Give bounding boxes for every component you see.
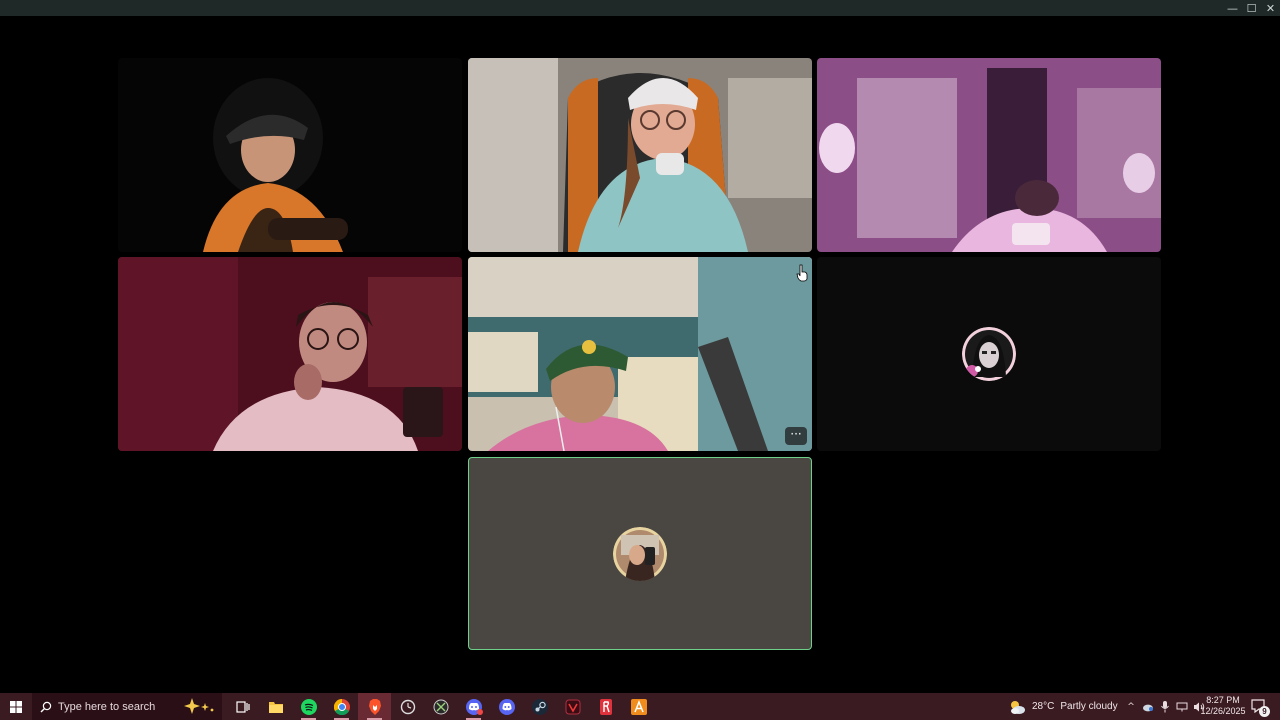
participant-video-tile[interactable] <box>118 257 462 451</box>
red-app-icon <box>599 698 612 715</box>
taskbar-app-vivaldi[interactable] <box>556 693 589 720</box>
system-clock[interactable]: 8:27 PM 12/26/2025 <box>1200 695 1246 717</box>
participant-video-tile[interactable] <box>817 58 1161 252</box>
taskbar-app-discord-canary[interactable] <box>457 693 490 720</box>
vivaldi-icon <box>565 699 580 714</box>
sparkle-icon <box>184 698 214 714</box>
avatar-image <box>613 527 667 581</box>
taskbar-app-steam[interactable] <box>523 693 556 720</box>
participant-video-tile[interactable] <box>468 58 812 252</box>
notification-count-badge: 9 <box>1259 706 1270 717</box>
participant-avatar <box>613 527 667 581</box>
windows-taskbar: Type here to search 28°C Partly cloudy ^… <box>0 693 1280 720</box>
folder-icon <box>268 701 283 713</box>
taskbar-app-chrome[interactable] <box>325 693 358 720</box>
participant-avatar-tile[interactable] <box>468 457 812 650</box>
start-button[interactable] <box>0 693 32 720</box>
a-app-icon <box>630 698 647 715</box>
microphone-icon[interactable] <box>1158 700 1172 714</box>
participant-video <box>118 257 462 451</box>
taskbar-app-file-explorer[interactable] <box>259 693 292 720</box>
close-button[interactable]: ✕ <box>1261 0 1280 16</box>
call-stage: ··· <box>0 16 1280 693</box>
taskbar-app-clock[interactable] <box>391 693 424 720</box>
task-view-icon <box>235 700 250 713</box>
taskbar-app-discord[interactable] <box>490 693 523 720</box>
hand-cursor-icon <box>796 264 808 282</box>
network-cloud-icon[interactable] <box>1141 700 1155 714</box>
taskbar-app-xbox[interactable] <box>424 693 457 720</box>
weather-temperature: 28°C <box>1032 701 1055 712</box>
window-titlebar: — ☐ ✕ <box>0 0 1280 16</box>
more-options-button[interactable]: ··· <box>785 427 807 445</box>
clock-time: 8:27 PM <box>1206 695 1240 705</box>
spotify-icon <box>300 698 317 715</box>
brave-icon <box>368 698 381 715</box>
participant-video-tile[interactable]: ··· <box>468 257 812 451</box>
discord-canary-icon <box>465 698 483 715</box>
participant-avatar-tile[interactable] <box>817 257 1161 451</box>
network-icon[interactable] <box>1175 700 1189 714</box>
taskbar-app-brave[interactable] <box>358 693 391 720</box>
windows-logo-icon <box>10 700 22 713</box>
weather-widget[interactable]: 28°C Partly cloudy <box>1008 693 1118 720</box>
maximize-button[interactable]: ☐ <box>1242 0 1261 16</box>
clock-app-icon <box>400 699 415 714</box>
xbox-icon <box>433 699 448 714</box>
partly-cloudy-icon <box>1011 700 1025 714</box>
minimize-button[interactable]: — <box>1223 0 1242 16</box>
notification-center-button[interactable]: 9 <box>1250 698 1270 717</box>
discord-icon <box>498 698 515 715</box>
taskbar-app-a[interactable] <box>622 693 655 720</box>
chevron-up-icon[interactable]: ^ <box>1124 700 1138 714</box>
participant-video <box>468 257 812 451</box>
clock-date: 12/26/2025 <box>1200 706 1246 716</box>
participant-video <box>817 58 1161 252</box>
avatar-image <box>962 327 1016 381</box>
steam-icon <box>531 698 548 715</box>
taskbar-app-spotify[interactable] <box>292 693 325 720</box>
participant-video <box>468 58 812 252</box>
system-tray: ^ <box>1124 693 1206 720</box>
search-icon <box>40 701 52 712</box>
chrome-icon <box>333 698 350 715</box>
task-view-button[interactable] <box>226 693 259 720</box>
taskbar-app-red[interactable] <box>589 693 622 720</box>
participant-video-tile[interactable] <box>118 58 462 252</box>
participant-video <box>118 58 462 252</box>
participant-avatar <box>962 327 1016 381</box>
weather-condition: Partly cloudy <box>1060 701 1118 712</box>
search-placeholder: Type here to search <box>58 700 156 713</box>
taskbar-search-box[interactable]: Type here to search <box>32 693 222 720</box>
